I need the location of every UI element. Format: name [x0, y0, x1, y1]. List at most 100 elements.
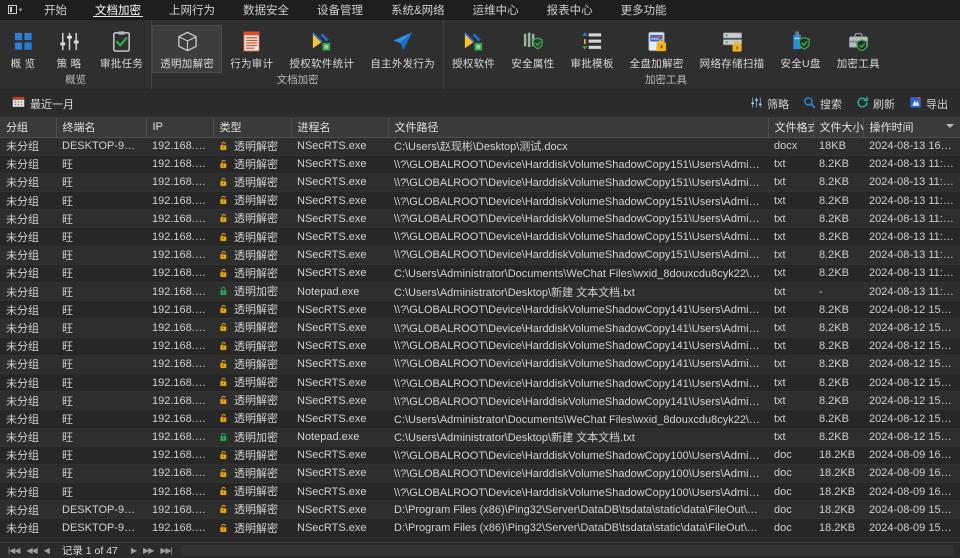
menu-item-3[interactable]: 数据安全	[229, 0, 303, 19]
cell-path: \\?\GLOBALROOT\Device\HarddiskVolumeShad…	[388, 209, 768, 229]
date-filter-button[interactable]: 最近一月	[12, 95, 74, 113]
ribbon-button-clipboard-check[interactable]: 审批任务	[92, 25, 151, 73]
cell-size: 8.2KB	[813, 209, 863, 229]
ribbon-button-toolbox-shield[interactable]: 加密工具	[829, 25, 888, 73]
table-row[interactable]: 未分组旺 192.168.0.8 透明解密 NSecRTS.exe \\?\GLOBAL…	[0, 155, 960, 174]
last-page-button[interactable]: ▶▶|	[158, 546, 173, 555]
cell-ip: 192.168.0.8	[146, 300, 213, 320]
lock-green-icon	[219, 286, 230, 300]
first-page-button[interactable]: |◀◀	[6, 546, 21, 555]
unlock-yellow-icon	[219, 450, 230, 464]
cell-time: 2024-08-13 11:06:07	[863, 227, 960, 247]
column-header-group[interactable]: 分组	[0, 118, 57, 138]
cell-terminal: 旺	[56, 409, 146, 429]
cell-type-label: 透明解密	[234, 358, 278, 371]
cell-size: 8.2KB	[813, 300, 863, 320]
records-table-container[interactable]: 分组 终端名 IP 类型 进程名 文件路径 文件格式 文件大小 操作时间 未分组 DESKTOP-…	[0, 118, 960, 542]
table-row[interactable]: 未分组旺 192.168.0.8 透明解密 NSecRTS.exe \\?\GLOBAL…	[0, 318, 960, 338]
ribbon-button-disk-lock[interactable]: 全盘加解密	[622, 25, 692, 73]
column-header-size[interactable]: 文件大小	[813, 118, 864, 138]
table-row[interactable]: 未分组旺 192.168.0.8 透明解密 NSecRTS.exe \\?\GLOBAL…	[0, 227, 960, 247]
sort-caret-icon[interactable]	[945, 124, 954, 128]
cell-time: 2024-08-12 15:44:41	[863, 300, 960, 320]
cell-type: 透明解密	[213, 191, 291, 211]
cell-process: NSecRTS.exe	[291, 300, 388, 320]
table-row[interactable]: 未分组旺 192.168.0.8 透明解密 NSecRTS.exe \\?\GLOBAL…	[0, 337, 960, 356]
cell-terminal: DESKTOP-9G8NA80	[56, 500, 146, 520]
ribbon-button-cube[interactable]: 透明加解密	[152, 25, 223, 73]
ribbon-button-shield-bars[interactable]: 安全属性	[503, 25, 562, 73]
cell-group: 未分组	[0, 446, 56, 465]
filterbar-refresh-button[interactable]: 刷新	[856, 96, 895, 112]
filterbar-export-button[interactable]: 导出	[909, 96, 948, 112]
unlock-yellow-icon	[219, 213, 230, 227]
menu-item-7[interactable]: 报表中心	[533, 0, 607, 19]
menu-item-6[interactable]: 运维中心	[459, 0, 533, 19]
column-header-format[interactable]: 文件格式	[768, 118, 819, 138]
column-header-terminal[interactable]: 终端名	[56, 118, 147, 138]
column-header-ip[interactable]: IP	[146, 118, 214, 138]
cell-type-label: 透明解密	[234, 377, 278, 390]
column-header-process[interactable]: 进程名	[291, 118, 389, 138]
table-row[interactable]: 未分组旺 192.168.0.8 透明解密 NSecRTS.exe \\?\GLOBAL…	[0, 173, 960, 193]
cell-path: C:\Users\Administrator\Desktop\新建 文本文档.t…	[388, 282, 768, 302]
table-row[interactable]: 未分组DESKTOP-9G8NA80192.168.0.7 透明解密 NSecRTS…	[0, 137, 960, 156]
table-row[interactable]: 未分组DESKTOP-9G8NA80192.168.0.7 透明解密 NSecRTS…	[0, 518, 960, 538]
cell-terminal: 旺	[56, 264, 146, 284]
ribbon-button-grid-squares[interactable]: 概 览	[0, 25, 46, 73]
window-logo-icon[interactable]: ▾	[0, 0, 30, 19]
table-row[interactable]: 未分组DESKTOP-9G8NA80192.168.0.7 透明解密 NSecRTS…	[0, 500, 960, 520]
table-row[interactable]: 未分组旺 192.168.0.8 透明解密 NSecRTS.exe \\?\GLOBAL…	[0, 300, 960, 320]
cell-path: \\?\GLOBALROOT\Device\HarddiskVolumeShad…	[388, 355, 768, 374]
table-row[interactable]: 未分组旺 192.168.0.8 透明加密 Notepad.exe C:\Users\A…	[0, 282, 960, 302]
cell-format: txt	[768, 428, 813, 447]
cell-format: txt	[768, 155, 813, 174]
table-row[interactable]: 未分组旺 192.168.0.8 透明解密 NSecRTS.exe \\?\GLOBAL…	[0, 373, 960, 393]
next-record-button[interactable]: ▶	[129, 546, 138, 555]
cell-ip: 192.168.0.8	[146, 173, 213, 193]
table-row[interactable]: 未分组旺 192.168.0.8 透明解密 NSecRTS.exe \\?\GLOBAL…	[0, 446, 960, 465]
column-header-path[interactable]: 文件路径	[388, 118, 769, 138]
ribbon-button-server-lock[interactable]: 网络存储扫描	[692, 25, 773, 73]
cell-format: doc	[768, 446, 813, 465]
table-row[interactable]: 未分组旺 192.168.0.8 透明解密 NSecRTS.exe \\?\GLOBAL…	[0, 482, 960, 502]
column-header-type[interactable]: 类型	[213, 118, 292, 138]
ribbon-button-paper-plane[interactable]: 自主外发行为	[362, 25, 443, 73]
unlock-yellow-icon	[219, 195, 230, 209]
cell-terminal: 旺	[56, 191, 146, 211]
table-row[interactable]: 未分组旺 192.168.0.8 透明解密 NSecRTS.exe \\?\GLOBAL…	[0, 246, 960, 265]
menu-item-0[interactable]: 开始	[30, 0, 81, 19]
table-row[interactable]: 未分组旺 192.168.0.8 透明解密 NSecRTS.exe C:\Users\A…	[0, 409, 960, 429]
prev-page-button[interactable]: ◀◀	[24, 546, 38, 555]
menu-item-4[interactable]: 设备管理	[303, 0, 377, 19]
unlock-yellow-icon	[219, 504, 230, 518]
table-row[interactable]: 未分组旺 192.168.0.8 透明解密 NSecRTS.exe C:\Users\A…	[0, 264, 960, 284]
menu-item-2[interactable]: 上网行为	[155, 0, 229, 19]
ribbon-button-usb-shield[interactable]: 安全U盘	[772, 25, 828, 73]
column-header-time[interactable]: 操作时间	[863, 118, 960, 138]
prev-record-button[interactable]: ◀	[42, 546, 51, 555]
table-row[interactable]: 未分组旺 192.168.0.8 透明解密 NSecRTS.exe \\?\GLOBAL…	[0, 209, 960, 229]
next-page-button[interactable]: ▶▶	[141, 546, 155, 555]
table-row[interactable]: 未分组旺 192.168.0.8 透明解密 NSecRTS.exe \\?\GLOBAL…	[0, 191, 960, 211]
ribbon-button-document-lines[interactable]: 行为审计	[222, 25, 281, 73]
menu-item-1[interactable]: 文档加密	[81, 0, 155, 19]
menu-item-8[interactable]: 更多功能	[607, 0, 681, 19]
ribbon-button-pencil-chart[interactable]: 授权软件	[444, 25, 503, 73]
table-row[interactable]: 未分组旺 192.168.0.8 透明解密 NSecRTS.exe \\?\GLOBAL…	[0, 355, 960, 374]
filterbar-filter-button[interactable]: 筛略	[750, 96, 789, 112]
filterbar-search-button[interactable]: 搜索	[803, 96, 842, 112]
table-row[interactable]: 未分组旺 192.168.0.8 透明解密 NSecRTS.exe \\?\GLOBAL…	[0, 464, 960, 484]
table-row[interactable]: 未分组旺 192.168.0.8 透明解密 NSecRTS.exe \\?\GLOBAL…	[0, 391, 960, 411]
cell-time: 2024-08-12 15:44:41	[863, 337, 960, 356]
ribbon-button-sliders[interactable]: 策 略	[46, 25, 92, 73]
table-row[interactable]: 未分组旺 192.168.0.8 透明加密 Notepad.exe C:\Users\A…	[0, 428, 960, 447]
filter-bar: 最近一月 筛略 搜索 刷新 导出	[0, 90, 960, 118]
cell-process: NSecRTS.exe	[291, 391, 388, 411]
ribbon-button-list-arrows[interactable]: 审批模板	[562, 25, 621, 73]
cell-group: 未分组	[0, 246, 56, 265]
usb-shield-icon	[789, 26, 812, 56]
menu-item-5[interactable]: 系统&网络	[377, 0, 459, 19]
ribbon-button-label: 行为审计	[230, 58, 274, 70]
ribbon-button-pencil-chart[interactable]: 授权软件统计	[281, 25, 362, 73]
